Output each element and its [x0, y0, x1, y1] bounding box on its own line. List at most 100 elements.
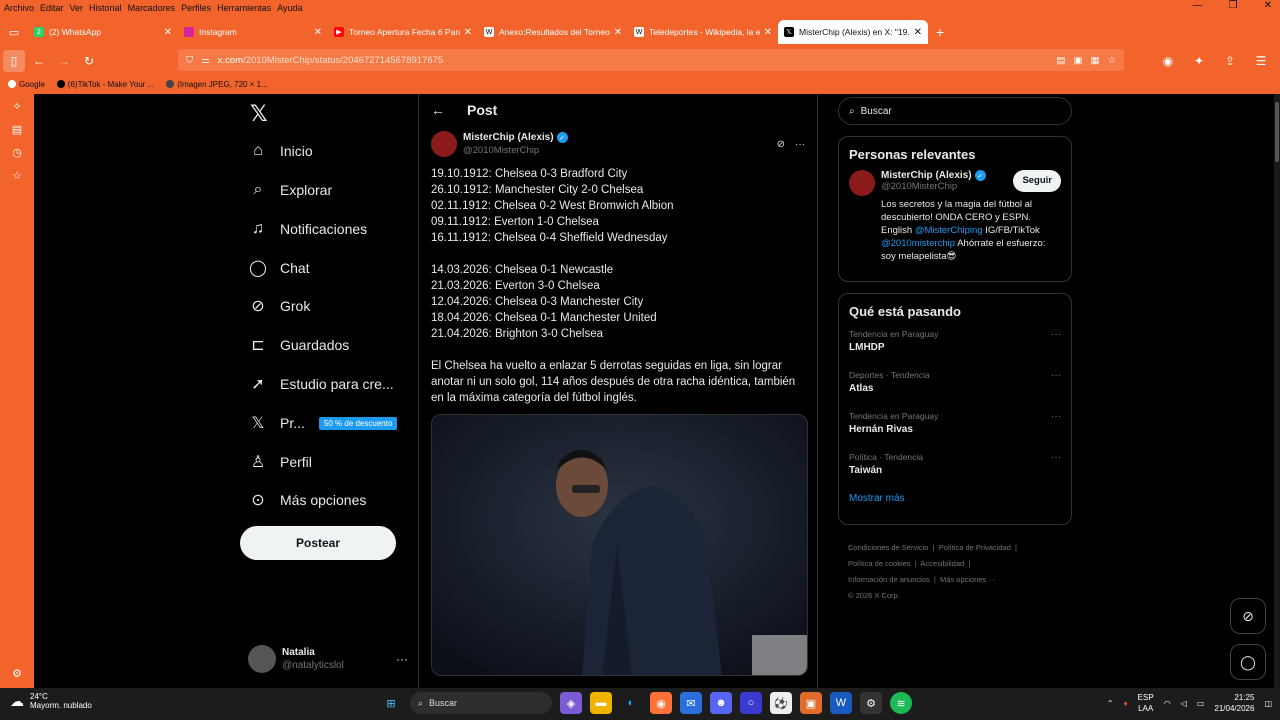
share-icon[interactable]: ⇪ — [1219, 50, 1241, 72]
close-tab-icon[interactable]: ✕ — [164, 27, 172, 38]
app-icon[interactable]: ○ — [740, 692, 762, 714]
close-tab-icon[interactable]: ✕ — [914, 27, 922, 38]
chat-fab-button[interactable]: ◯ — [1230, 644, 1266, 680]
menu-archivo[interactable]: Archivo — [4, 3, 34, 13]
spotify-icon[interactable]: ≋ — [890, 692, 912, 714]
avatar[interactable] — [431, 131, 457, 157]
menu-marcadores[interactable]: Marcadores — [128, 3, 176, 13]
history-icon[interactable]: ◷ — [12, 146, 22, 159]
more-icon[interactable]: ··· — [795, 139, 805, 150]
reader-icon[interactable]: ▤ — [1057, 55, 1066, 66]
author-handle[interactable]: @2010MisterChip — [463, 145, 568, 156]
menu-ver[interactable]: Ver — [70, 3, 84, 13]
nav-guardados[interactable]: ⊏ Guardados — [248, 330, 349, 360]
nav-estudio[interactable]: ➚ Estudio para cre... — [248, 369, 393, 399]
footer-link[interactable]: Política de cookies — [848, 559, 911, 568]
nav-grok[interactable]: ⊘ Grok — [248, 291, 310, 321]
avatar[interactable] — [849, 170, 875, 196]
footer-link[interactable]: Accesibilidad — [920, 559, 964, 568]
close-tab-icon[interactable]: ✕ — [764, 27, 772, 38]
tab-list-icon[interactable]: ▭ — [0, 20, 28, 44]
more-icon[interactable]: ··· — [1051, 411, 1061, 422]
wifi-icon[interactable]: ◠ — [1164, 699, 1171, 708]
clock[interactable]: 21:25 21/04/2026 — [1214, 692, 1254, 714]
trend-item[interactable]: Tendencia en Paraguay Hernán Rivas ··· — [839, 407, 1071, 448]
scrollbar-thumb[interactable] — [1275, 102, 1279, 162]
reload-icon[interactable]: ↻ — [78, 50, 100, 72]
bookmarks-icon[interactable]: ☆ — [12, 169, 22, 182]
back-icon[interactable]: ← — [28, 50, 50, 72]
shield-icon[interactable]: ⛉ — [186, 55, 193, 66]
footer-link[interactable]: Más opciones ··· — [940, 575, 996, 584]
notifications-icon[interactable]: ◫ — [1264, 699, 1272, 708]
bio-link[interactable]: @MisterChiping — [915, 225, 983, 236]
more-icon[interactable]: ··· — [1051, 452, 1061, 463]
nav-perfil[interactable]: ♙ Perfil — [248, 447, 312, 477]
account-icon[interactable]: ◉ — [1157, 50, 1179, 72]
tab-whatsapp[interactable]: 2 (2) WhatsApp ✕ — [28, 20, 178, 44]
archive-icon[interactable]: ▣ — [800, 692, 822, 714]
nav-chat[interactable]: ◯ Chat — [248, 253, 310, 283]
mail-icon[interactable]: ✉ — [680, 692, 702, 714]
weather-widget[interactable]: ☁ 24°C Mayorm. nublado — [10, 692, 92, 710]
search-input[interactable]: ⌕ Buscar — [838, 97, 1072, 125]
edge-icon[interactable]: ◐ — [620, 692, 642, 714]
file-explorer-icon[interactable]: ▬ — [590, 692, 612, 714]
menu-ayuda[interactable]: Ayuda — [277, 3, 302, 13]
show-more-link[interactable]: Mostrar más — [839, 489, 1071, 514]
tab-wikipedia-teledeportes[interactable]: W Teledeportes - Wikipedia, la enc ✕ — [628, 20, 778, 44]
follow-button[interactable]: Seguir — [1013, 170, 1061, 192]
reading-list-icon[interactable]: ▤ — [12, 123, 22, 136]
bookmark-star-icon[interactable]: ☆ — [1107, 55, 1116, 66]
nav-notificaciones[interactable]: ♫ Notificaciones — [248, 214, 367, 244]
post-image[interactable] — [431, 414, 808, 676]
menu-perfiles[interactable]: Perfiles — [181, 3, 211, 13]
more-icon[interactable]: ··· — [1051, 329, 1061, 340]
bookmark-tiktok[interactable]: (6)TikTok - Make Your ... — [56, 80, 154, 89]
back-arrow-icon[interactable]: ← — [431, 102, 445, 118]
word-icon[interactable]: W — [830, 692, 852, 714]
more-icon[interactable]: ··· — [1051, 370, 1061, 381]
close-tab-icon[interactable]: ✕ — [614, 27, 622, 38]
post-button[interactable]: Postear — [240, 526, 396, 560]
tab-wikipedia-anexo[interactable]: W Anexo:Resultados del Torneo A ✕ — [478, 20, 628, 44]
minimize-icon[interactable]: — — [1193, 0, 1203, 11]
nav-inicio[interactable]: ⌂ Inicio — [248, 136, 313, 166]
person-name[interactable]: MisterChip (Alexis) — [881, 170, 972, 181]
bookmark-google[interactable]: Google — [8, 80, 45, 89]
screenshot-icon[interactable]: ▣ — [1074, 55, 1083, 66]
trend-item[interactable]: Tendencia en Paraguay LMHDP ··· — [839, 325, 1071, 366]
ai-icon[interactable]: ✧ — [12, 100, 21, 113]
close-icon[interactable]: ✕ — [1264, 0, 1272, 11]
nav-premium[interactable]: 𝕏 Pr... 50 % de descuento — [248, 408, 398, 438]
nav-explorar[interactable]: ⌕ Explorar — [248, 175, 333, 205]
battery-icon[interactable]: ▭ — [1197, 699, 1205, 708]
copilot-icon[interactable]: ◈ — [560, 692, 582, 714]
bio-link[interactable]: @2010misterchip — [881, 238, 955, 249]
close-tab-icon[interactable]: ✕ — [464, 27, 472, 38]
steam-icon[interactable]: ⚙ — [860, 692, 882, 714]
more-icon[interactable]: ··· — [396, 652, 408, 666]
chevron-up-icon[interactable]: ⌃ — [1107, 699, 1114, 708]
sidebar-toggle-icon[interactable]: ▯ — [3, 50, 25, 72]
microphone-icon[interactable]: ♦ — [1124, 699, 1128, 708]
pip-icon[interactable]: ▦ — [1090, 55, 1099, 66]
address-bar[interactable]: ⛉ ⚌ x.com/2010MisterChip/status/20467271… — [178, 49, 1124, 71]
grok-icon[interactable]: ⊘ — [777, 139, 785, 150]
extensions-icon[interactable]: ✦ — [1188, 50, 1210, 72]
forward-icon[interactable]: → — [53, 50, 75, 72]
trend-item[interactable]: Deportes · Tendencia Atlas ··· — [839, 366, 1071, 407]
tab-instagram[interactable]: Instagram ✕ — [178, 20, 328, 44]
soccer-icon[interactable]: ⚽ — [770, 692, 792, 714]
person-handle[interactable]: @2010MisterChip — [881, 181, 1013, 192]
close-tab-icon[interactable]: ✕ — [314, 27, 322, 38]
x-logo-icon[interactable]: 𝕏 — [250, 102, 268, 127]
taskbar-search[interactable]: ⌕ Buscar — [410, 692, 552, 714]
footer-link[interactable]: Condiciones de Servicio — [848, 543, 928, 552]
site-settings-icon[interactable]: ⚌ — [201, 55, 210, 66]
volume-icon[interactable]: ◁ — [1181, 699, 1187, 708]
windows-start-icon[interactable]: ⊞ — [380, 692, 402, 714]
firefox-icon[interactable]: ◉ — [650, 692, 672, 714]
bookmark-image[interactable]: (Imagen JPEG, 720 × 1... — [166, 80, 268, 89]
nav-mas-opciones[interactable]: ⊙ Más opciones — [248, 485, 366, 515]
